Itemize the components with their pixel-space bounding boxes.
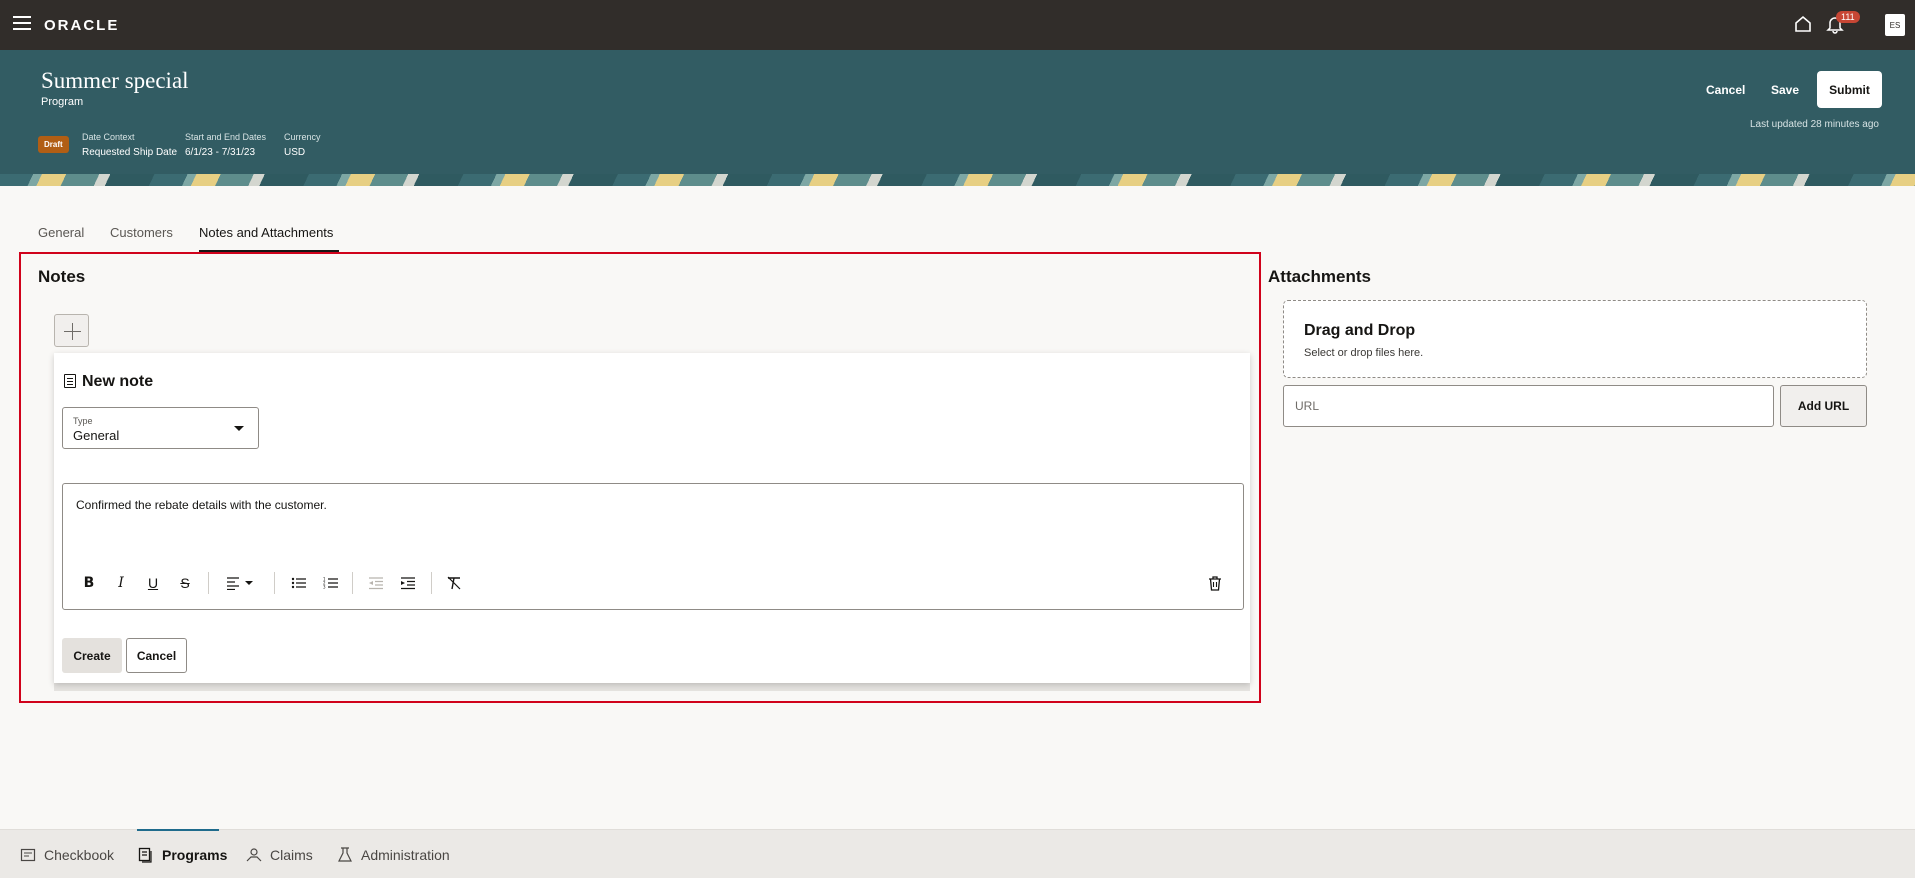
tab-general[interactable]: General — [38, 225, 84, 240]
tab-notes-and-attachments[interactable]: Notes and Attachments — [199, 225, 333, 240]
toolbar-separator — [431, 572, 432, 594]
nav-item-programs[interactable]: Programs — [138, 847, 227, 863]
type-select[interactable]: Type General — [62, 407, 259, 449]
header-cancel-button[interactable]: Cancel — [1706, 72, 1745, 108]
toolbar-separator — [208, 572, 209, 594]
new-note-title: New note — [82, 373, 154, 390]
strikethrough-icon[interactable]: S — [173, 572, 197, 594]
bottom-nav-active-indicator — [137, 829, 219, 831]
svg-text:3: 3 — [323, 585, 326, 590]
meta-value: Requested Ship Date — [82, 147, 178, 158]
claims-icon — [246, 847, 262, 863]
notification-badge: 111 — [1836, 11, 1860, 23]
nav-item-checkbook[interactable]: Checkbook — [20, 847, 114, 863]
home-icon[interactable] — [1793, 14, 1813, 34]
dropzone-subtitle: Select or drop files here. — [1304, 347, 1424, 359]
dropzone-title: Drag and Drop — [1304, 322, 1416, 339]
type-value: General — [73, 428, 120, 443]
note-editor-text[interactable]: Confirmed the rebate details with the cu… — [76, 498, 327, 512]
menu-icon[interactable] — [13, 16, 31, 32]
url-input[interactable] — [1283, 385, 1774, 427]
notes-title: Notes — [38, 267, 86, 286]
meta-label: Currency — [284, 132, 321, 142]
chevron-down-icon — [234, 426, 244, 431]
submit-button[interactable]: Submit — [1817, 71, 1882, 108]
meta-value: USD — [284, 147, 306, 158]
note-cancel-button[interactable]: Cancel — [126, 638, 187, 673]
meta-label: Date Context — [82, 132, 135, 142]
administration-icon — [337, 847, 353, 863]
oracle-logo[interactable]: ORACLE — [44, 17, 119, 34]
attachments-title: Attachments — [1268, 267, 1371, 286]
type-label: Type — [73, 416, 93, 426]
top-bar: ORACLE 111 ES — [0, 0, 1915, 50]
tab-customers[interactable]: Customers — [110, 225, 173, 240]
meta-label: Start and End Dates — [185, 132, 267, 142]
checkbook-icon — [20, 847, 36, 863]
underline-icon[interactable]: U — [141, 572, 165, 594]
toolbar-separator — [352, 572, 353, 594]
numbered-list-icon[interactable]: 123 — [319, 572, 343, 594]
add-url-button[interactable]: Add URL — [1780, 385, 1867, 427]
page-title: Summer special — [41, 68, 189, 93]
outdent-icon[interactable] — [364, 572, 388, 594]
add-note-button[interactable] — [54, 314, 89, 347]
meta-value: 6/1/23 - 7/31/23 — [185, 147, 256, 158]
meta-dates: Start and End Dates 6/1/23 - 7/31/23 — [185, 132, 266, 158]
nav-item-label: Claims — [270, 847, 313, 863]
header-save-button[interactable]: Save — [1771, 72, 1799, 108]
italic-icon[interactable]: I — [109, 572, 133, 594]
nav-item-label: Checkbook — [44, 847, 115, 863]
toolbar-separator — [274, 572, 275, 594]
create-button[interactable]: Create — [62, 638, 122, 673]
header-pattern — [0, 174, 1915, 186]
status-badge: Draft — [38, 136, 69, 153]
nav-item-label: Programs — [162, 847, 228, 863]
nav-item-label: Administration — [361, 847, 450, 863]
note-icon — [64, 374, 76, 388]
last-updated: Last updated 28 minutes ago — [1750, 119, 1879, 130]
nav-item-claims[interactable]: Claims — [246, 847, 313, 863]
note-card-footer — [54, 683, 1250, 691]
avatar[interactable]: ES — [1885, 14, 1905, 36]
page-subtitle: Program — [41, 96, 84, 108]
meta-currency: Currency USD — [284, 132, 321, 158]
nav-item-administration[interactable]: Administration — [337, 847, 450, 863]
file-dropzone[interactable]: Drag and Drop Select or drop files here. — [1283, 300, 1867, 378]
meta-date-context: Date Context Requested Ship Date — [82, 132, 177, 158]
indent-icon[interactable] — [396, 572, 420, 594]
trash-icon[interactable] — [1203, 572, 1227, 594]
clear-format-icon[interactable] — [442, 572, 466, 594]
bullet-list-icon[interactable] — [287, 572, 311, 594]
align-left-icon[interactable] — [222, 572, 260, 594]
programs-icon — [138, 847, 154, 863]
bold-icon[interactable]: B — [77, 572, 101, 594]
